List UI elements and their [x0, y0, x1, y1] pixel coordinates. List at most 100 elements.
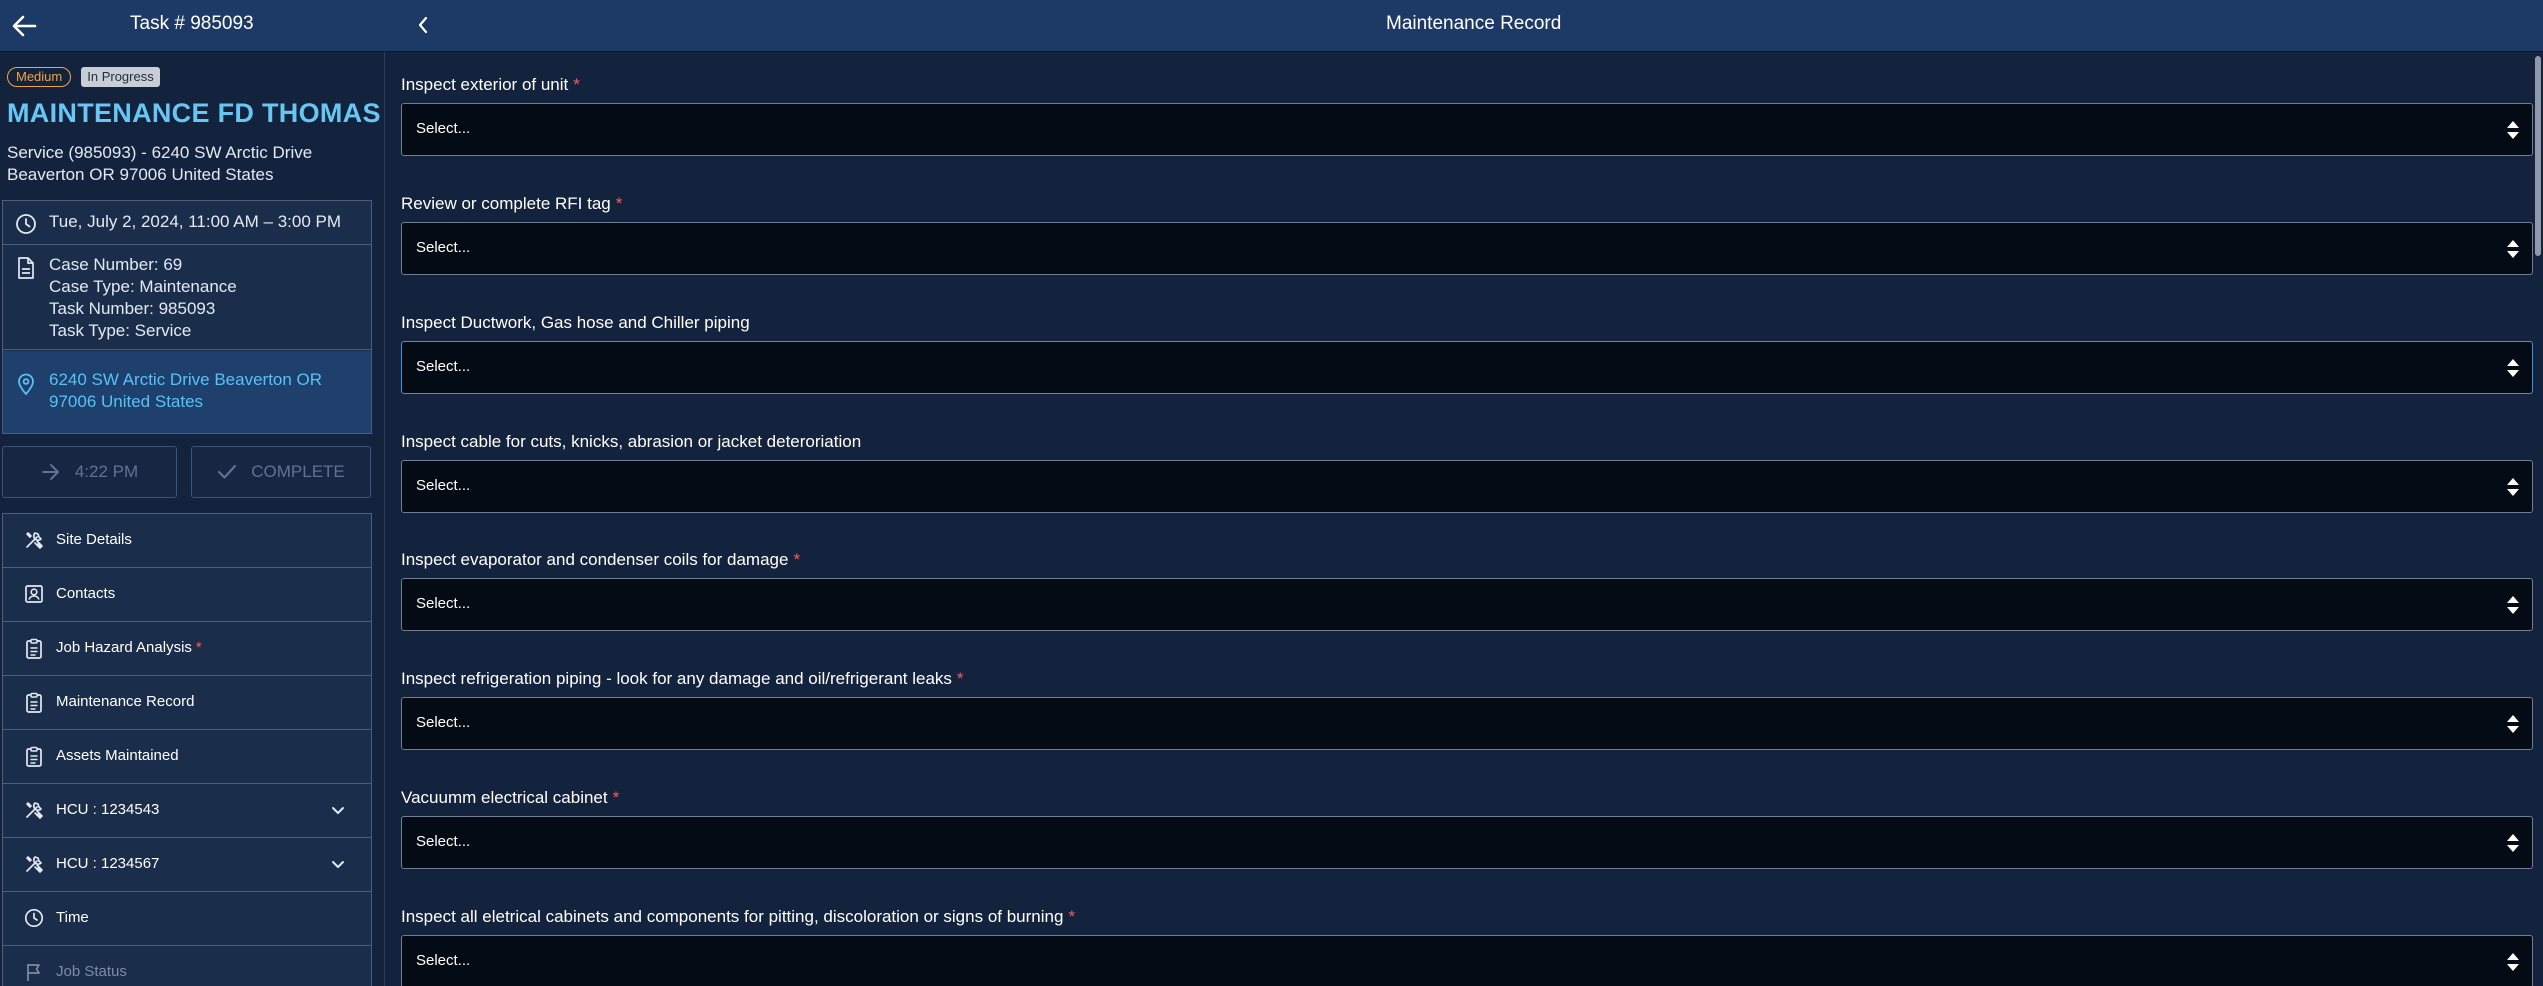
status-badges: Medium In Progress — [7, 67, 160, 87]
select-value: Select... — [416, 477, 471, 494]
clock-icon — [24, 908, 44, 933]
select-dropdown[interactable]: Select... — [401, 578, 2533, 631]
arrow-right-icon — [41, 464, 59, 480]
checkmark-icon — [218, 464, 237, 479]
required-marker: * — [612, 788, 620, 807]
field-label: Vacuumm electrical cabinet * — [401, 788, 620, 807]
chevron-down-icon[interactable] — [330, 856, 346, 877]
sidebar-item-assets-maintained[interactable]: Assets Maintained — [3, 730, 371, 784]
scrollbar-thumb[interactable] — [2535, 56, 2541, 256]
sidebar-item-label: HCU : 1234567 — [56, 855, 160, 872]
sidebar-item-hcu-1234543[interactable]: HCU : 1234543 — [3, 784, 371, 838]
contact-card-icon — [24, 584, 44, 609]
sort-arrows-icon — [2507, 715, 2519, 733]
case-details-row: Case Number: 69 Case Type: Maintenance T… — [3, 246, 371, 350]
field-label: Inspect Ductwork, Gas hose and Chiller p… — [401, 313, 750, 332]
sort-arrows-icon — [2507, 596, 2519, 614]
clipboard-icon — [24, 692, 44, 719]
sidebar-item-hcu-1234567[interactable]: HCU : 1234567 — [3, 838, 371, 892]
select-value: Select... — [416, 239, 471, 256]
sort-arrows-icon — [2507, 834, 2519, 852]
sidebar-item-label: Contacts — [56, 585, 116, 602]
schedule-row: Tue, July 2, 2024, 11:00 AM – 3:00 PM — [3, 201, 371, 245]
sidebar-item-site-details[interactable]: Site Details — [3, 514, 371, 568]
field-label: Inspect evaporator and condenser coils f… — [401, 550, 801, 569]
sidebar-item-label: Maintenance Record — [56, 693, 195, 710]
select-value: Select... — [416, 714, 471, 731]
sidebar-item-label: Job Hazard Analysis * — [56, 639, 202, 656]
select-dropdown[interactable]: Select... — [401, 816, 2533, 869]
complete-button[interactable]: COMPLETE — [191, 446, 371, 498]
sidebar-item-label: Job Status — [56, 963, 127, 980]
required-marker: * — [195, 639, 202, 656]
select-dropdown[interactable]: Select... — [401, 460, 2533, 513]
clock-time-label: 4:22 PM — [74, 462, 139, 481]
tools-icon — [24, 854, 44, 879]
select-dropdown[interactable]: Select... — [401, 341, 2533, 394]
field-label: Inspect cable for cuts, knicks, abrasion… — [401, 432, 862, 451]
sort-arrows-icon — [2507, 953, 2519, 971]
required-marker: * — [615, 194, 623, 213]
form-field: Inspect refrigeration piping - look for … — [401, 668, 2541, 750]
sidebar-item-job-status[interactable]: Job Status — [3, 946, 371, 986]
maintenance-record-form: Inspect exterior of unit * Select... Revi… — [386, 52, 2543, 986]
select-value: Select... — [416, 833, 471, 850]
schedule-text: Tue, July 2, 2024, 11:00 AM – 3:00 PM — [49, 212, 342, 231]
form-field: Inspect all eletrical cabinets and compo… — [401, 906, 2541, 986]
complete-label: COMPLETE — [251, 462, 345, 481]
collapse-sidebar-chevron-icon[interactable] — [408, 10, 438, 40]
sidebar-nav: Site Details Contacts Job Hazard Analysi… — [2, 513, 372, 986]
form-field: Inspect exterior of unit * Select... — [401, 74, 2541, 156]
location-pin-icon — [16, 372, 36, 401]
required-marker: * — [793, 550, 801, 569]
select-dropdown[interactable]: Select... — [401, 103, 2533, 156]
sort-arrows-icon — [2507, 240, 2519, 258]
sidebar-item-label: HCU : 1234543 — [56, 801, 160, 818]
select-dropdown[interactable]: Select... — [401, 935, 2533, 986]
required-marker: * — [956, 669, 964, 688]
clipboard-icon — [24, 638, 44, 665]
address-link[interactable]: 6240 SW Arctic Drive Beaverton OR 97006 … — [3, 351, 371, 433]
sidebar-item-time[interactable]: Time — [3, 892, 371, 946]
clock-time-button[interactable]: 4:22 PM — [2, 446, 177, 498]
form-field: Vacuumm electrical cabinet * Select... — [401, 787, 2541, 869]
select-value: Select... — [416, 595, 471, 612]
task-number-title: Task # 985093 — [130, 13, 254, 34]
clipboard-icon — [24, 746, 44, 773]
page-title: Maintenance Record — [1386, 13, 1562, 34]
sidebar-item-job-hazard-analysis[interactable]: Job Hazard Analysis * — [3, 622, 371, 676]
sort-arrows-icon — [2507, 121, 2519, 139]
task-subtitle: Service (985093) - 6240 SW Arctic Drive … — [7, 142, 377, 186]
top-bar: Task # 985093 Maintenance Record — [0, 0, 2543, 52]
case-number: Case Number: 69 — [49, 255, 183, 274]
chevron-down-icon[interactable] — [330, 802, 346, 823]
select-dropdown[interactable]: Select... — [401, 222, 2533, 275]
field-label: Review or complete RFI tag * — [401, 194, 623, 213]
select-value: Select... — [416, 120, 471, 137]
clock-icon — [15, 213, 37, 240]
tools-icon — [24, 800, 44, 825]
back-arrow-icon[interactable] — [6, 8, 42, 44]
task-subtitle-line1: Service (985093) - 6240 SW Arctic Drive — [7, 143, 313, 162]
required-marker: * — [573, 75, 580, 94]
sidebar-item-label: Site Details — [56, 531, 132, 548]
required-marker: * — [1068, 907, 1076, 926]
field-label: Inspect refrigeration piping - look for … — [401, 669, 964, 688]
field-label: Inspect exterior of unit * — [401, 75, 580, 94]
task-subtitle-line2: Beaverton OR 97006 United States — [7, 165, 274, 184]
tools-icon — [24, 530, 44, 555]
form-field: Inspect Ductwork, Gas hose and Chiller p… — [401, 312, 2541, 394]
sort-arrows-icon — [2507, 478, 2519, 496]
sidebar-item-label: Time — [56, 909, 89, 926]
task-number: Task Number: 985093 — [49, 299, 216, 318]
select-value: Select... — [416, 952, 471, 969]
sidebar-item-maintenance-record[interactable]: Maintenance Record — [3, 676, 371, 730]
form-field: Inspect cable for cuts, knicks, abrasion… — [401, 431, 2541, 513]
form-field: Inspect evaporator and condenser coils f… — [401, 549, 2541, 631]
address-text[interactable]: 6240 SW Arctic Drive Beaverton OR 97006 … — [49, 369, 349, 413]
priority-badge: Medium — [7, 67, 72, 87]
sort-arrows-icon — [2507, 359, 2519, 377]
task-type: Task Type: Service — [49, 321, 192, 340]
select-dropdown[interactable]: Select... — [401, 697, 2533, 750]
sidebar-item-contacts[interactable]: Contacts — [3, 568, 371, 622]
